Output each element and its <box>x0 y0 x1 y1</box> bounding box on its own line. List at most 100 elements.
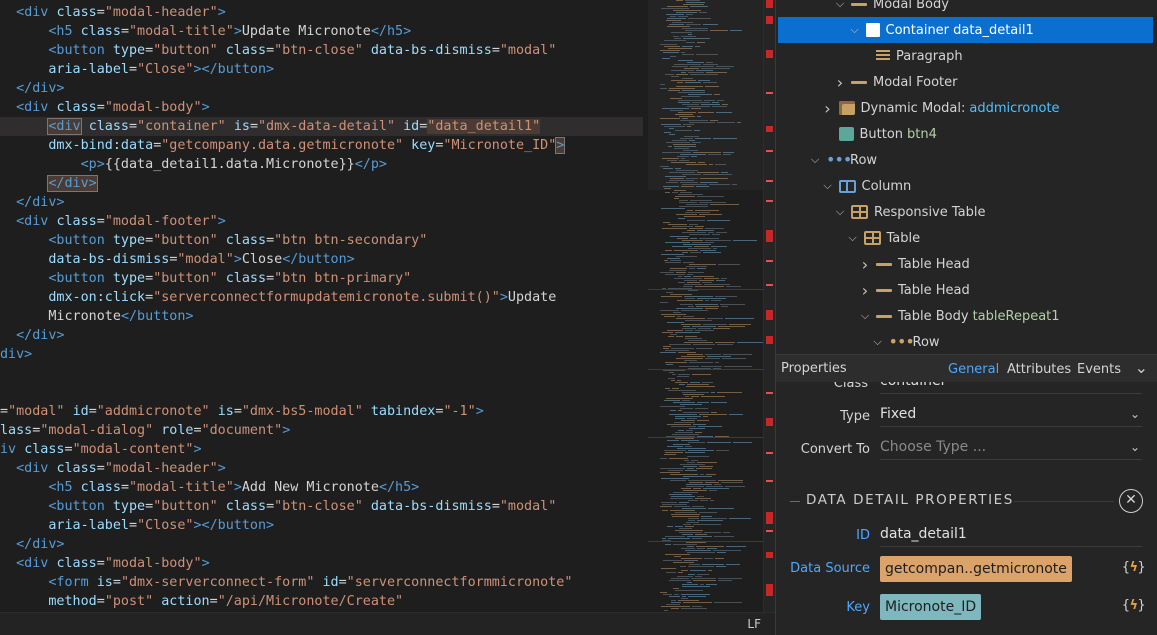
data-source-field[interactable]: getcompan..getmicronote <box>880 556 1072 582</box>
tree-item[interactable]: ⌵ Modal Body <box>776 0 1157 17</box>
code-line[interactable]: <h5 class="modal-title">Add New Micronot… <box>0 478 419 497</box>
code-line[interactable]: Micronote</button> <box>0 307 193 326</box>
error-marker[interactable] <box>766 260 773 262</box>
error-marker[interactable] <box>766 92 773 94</box>
tree-item[interactable]: ⌵ Responsive Table <box>776 199 1157 225</box>
chevron-down-icon[interactable]: ⌵ <box>808 153 822 167</box>
code-line[interactable]: <button type="button" class="btn-close" … <box>0 41 556 60</box>
chevron-down-icon[interactable]: ⌵ <box>821 179 835 193</box>
error-marker[interactable] <box>766 512 773 524</box>
code-line[interactable]: lass="modal-dialog" role="document"> <box>0 421 290 440</box>
chevron-down-icon[interactable]: ⌵ <box>846 231 860 245</box>
code-line[interactable]: <div class="modal-header"> <box>0 3 226 22</box>
minimap-line <box>705 482 719 483</box>
code-line[interactable]: </div> <box>0 326 64 345</box>
error-marker[interactable] <box>766 150 773 152</box>
error-marker[interactable] <box>766 50 773 58</box>
error-marker[interactable] <box>766 16 773 24</box>
convert-to-select[interactable]: Choose Type ... ⌄ <box>880 436 1142 460</box>
tree-item[interactable]: › Table Head <box>776 251 1157 277</box>
minimap-line <box>661 478 689 479</box>
key-field[interactable]: Micronote_ID <box>880 594 982 620</box>
code-line[interactable]: </div> <box>0 535 64 554</box>
error-marker[interactable] <box>766 200 773 202</box>
code-line[interactable]: <div class="container" is="dmx-data-deta… <box>0 117 643 136</box>
structure-tree[interactable]: ⌵ Modal Body ⌵ Container data_detail1 Paragr… <box>776 0 1157 354</box>
chevron-down-icon[interactable]: ⌄ <box>1135 358 1148 377</box>
code-token: type <box>112 271 146 286</box>
chevron-down-icon[interactable]: ⌵ <box>833 205 847 219</box>
error-marker[interactable] <box>766 452 773 454</box>
error-marker[interactable] <box>766 418 773 426</box>
code-line[interactable]: iv class="modal-content"> <box>0 440 202 459</box>
minimap-line <box>676 318 705 319</box>
chevron-right-icon[interactable]: › <box>858 255 872 274</box>
tab-events[interactable]: Events <box>1077 362 1121 377</box>
chevron-down-icon[interactable]: ⌵ <box>871 335 885 349</box>
code-line[interactable]: <div class="modal-body"> <box>0 98 210 117</box>
minimap[interactable] <box>648 0 763 612</box>
chevron-right-icon[interactable]: › <box>833 73 847 92</box>
tree-item[interactable]: ⌵ Table Body tableRepeat1 <box>776 303 1157 329</box>
scrollbar-markers[interactable] <box>763 0 775 612</box>
tree-item[interactable]: › Modal Footer <box>776 69 1157 95</box>
code-line[interactable]: <button type="button" class="btn btn-pri… <box>0 269 411 288</box>
error-marker[interactable] <box>766 0 773 8</box>
chevron-right-icon[interactable]: › <box>858 281 872 300</box>
tab-general[interactable]: General <box>948 362 999 377</box>
error-marker[interactable] <box>766 530 773 532</box>
code-line[interactable]: aria-label="Close"></button> <box>0 60 274 79</box>
chevron-down-icon[interactable]: ⌵ <box>858 309 872 323</box>
error-marker[interactable] <box>766 392 773 394</box>
line-ending-indicator[interactable]: LF <box>747 617 761 631</box>
code-line[interactable]: </div> <box>0 79 64 98</box>
code-line[interactable]: </div> <box>0 174 98 193</box>
code-editor[interactable]: <div class="modal-header"> <h5 class="mo… <box>0 0 648 612</box>
tree-item[interactable]: ⌵ Column <box>776 173 1157 199</box>
dynamic-bind-icon[interactable]: {ϟ} <box>1122 598 1145 613</box>
code-line[interactable]: method="post" action="/api/Micronote/Cre… <box>0 592 403 611</box>
code-line[interactable]: aria-label="Close"></button> <box>0 516 274 535</box>
type-select[interactable]: Fixed ⌄ <box>880 403 1142 427</box>
code-line[interactable]: <h5 class="modal-title">Update Micronote… <box>0 22 411 41</box>
code-line[interactable]: <button type="button" class="btn-close" … <box>0 497 556 516</box>
id-field[interactable]: data_detail1 <box>880 523 1142 547</box>
error-marker[interactable] <box>766 180 773 182</box>
class-field[interactable]: container <box>880 382 1142 394</box>
code-line[interactable]: ="modal" id="addmicronote" is="dmx-bs5-m… <box>0 402 484 421</box>
error-marker[interactable] <box>766 284 773 286</box>
code-line[interactable]: <p>{{data_detail1.data.Micronote}}</p> <box>0 155 387 174</box>
tree-item[interactable]: Button btn4 <box>776 121 1157 147</box>
close-circle-icon[interactable]: ✕ <box>1119 489 1143 513</box>
code-line[interactable]: </div> <box>0 193 64 212</box>
tree-item[interactable]: ⌵ Container data_detail1 <box>778 17 1153 43</box>
error-marker[interactable] <box>766 552 773 558</box>
chevron-down-icon[interactable]: ⌵ <box>848 23 862 37</box>
dynamic-bind-icon[interactable]: {ϟ} <box>1122 560 1145 575</box>
tree-item[interactable]: ⌵ ••• Row <box>776 329 1157 354</box>
code-line[interactable]: <div class="modal-header"> <box>0 459 226 478</box>
code-line[interactable]: <div class="modal-footer"> <box>0 212 226 231</box>
code-line[interactable]: <form is="dmx-serverconnect-form" id="se… <box>0 573 572 592</box>
code-line[interactable]: data-bs-dismiss="modal">Close</button> <box>0 250 354 269</box>
code-line[interactable]: dmx-on:click="serverconnectformupdatemic… <box>0 288 556 307</box>
code-line[interactable]: div> <box>0 345 32 364</box>
tree-item[interactable]: ⌵ Table <box>776 225 1157 251</box>
tab-attributes[interactable]: Attributes <box>1007 362 1071 377</box>
error-marker[interactable] <box>766 336 773 344</box>
tree-item[interactable]: › Table Head <box>776 277 1157 303</box>
tree-item[interactable]: ⌵ ••• Row <box>776 147 1157 173</box>
code-line[interactable]: <button type="button" class="btn btn-sec… <box>0 231 427 250</box>
error-marker[interactable] <box>766 310 773 320</box>
tree-item[interactable]: › Dynamic Modal: addmicronote <box>776 95 1157 121</box>
chevron-right-icon[interactable]: › <box>821 99 835 118</box>
error-marker[interactable] <box>766 480 773 482</box>
code-line[interactable]: dmx-bind:data="getcompany.data.getmicron… <box>0 136 566 155</box>
error-marker[interactable] <box>766 126 773 132</box>
error-marker[interactable] <box>766 584 773 596</box>
tree-item[interactable]: Paragraph <box>776 43 1157 69</box>
error-marker[interactable] <box>766 230 773 242</box>
code-line[interactable]: <div class="modal-body"> <box>0 554 210 573</box>
code-token: <div <box>16 461 49 476</box>
chevron-down-icon[interactable]: ⌵ <box>833 0 847 11</box>
